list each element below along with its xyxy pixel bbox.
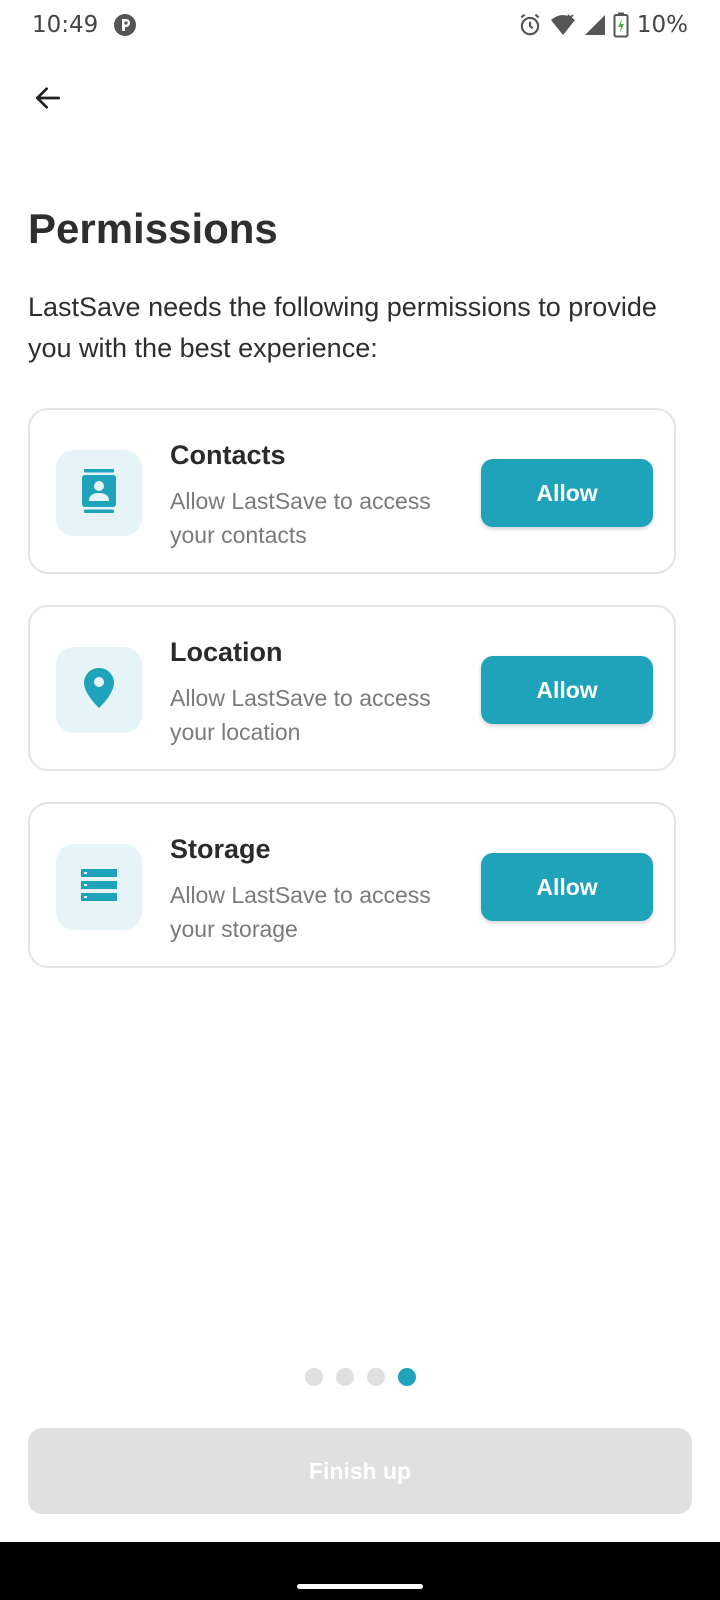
home-indicator[interactable] xyxy=(297,1584,423,1589)
permission-card-storage: Storage Allow LastSave to access your st… xyxy=(28,802,676,968)
storage-icon xyxy=(81,868,117,906)
signal-icon xyxy=(583,13,607,37)
permission-description: Allow LastSave to access your storage xyxy=(170,882,431,942)
page-indicator xyxy=(0,1368,720,1386)
allow-storage-button[interactable]: Allow xyxy=(481,853,653,921)
app-notification-icon xyxy=(113,13,137,42)
permission-icon-box xyxy=(56,647,142,733)
arrow-left-icon xyxy=(32,82,64,119)
permission-card-contacts: Contacts Allow LastSave to access your c… xyxy=(28,408,676,574)
status-icons: 10% xyxy=(517,12,688,38)
permission-description: Allow LastSave to access your location xyxy=(170,685,431,745)
allow-location-button[interactable]: Allow xyxy=(481,656,653,724)
page-dot xyxy=(304,1368,323,1386)
permission-card-location: Location Allow LastSave to access your l… xyxy=(28,605,676,771)
status-bar: 10:49 10% xyxy=(0,0,720,52)
permission-title: Storage xyxy=(170,834,271,864)
page-dot-active xyxy=(397,1368,416,1386)
page-dot xyxy=(335,1368,354,1386)
permission-icon-box xyxy=(56,450,142,536)
status-time: 10:49 xyxy=(32,12,99,38)
contacts-icon xyxy=(80,468,118,518)
page-description: LastSave needs the following permissions… xyxy=(28,292,657,363)
permission-title: Location xyxy=(170,637,283,667)
wifi-icon xyxy=(549,12,577,38)
permission-description: Allow LastSave to access your contacts xyxy=(170,488,431,548)
system-nav-bar xyxy=(0,1542,720,1600)
permission-icon-box xyxy=(56,844,142,930)
location-pin-icon xyxy=(84,667,114,713)
battery-percent: 10% xyxy=(636,12,688,38)
alarm-icon xyxy=(517,12,543,38)
battery-icon xyxy=(613,12,629,38)
permission-title: Contacts xyxy=(170,440,286,470)
finish-up-button[interactable]: Finish up xyxy=(28,1428,692,1514)
allow-contacts-button[interactable]: Allow xyxy=(481,459,653,527)
page-dot xyxy=(366,1368,385,1386)
page-title: Permissions xyxy=(28,205,278,252)
back-button[interactable] xyxy=(24,76,72,124)
